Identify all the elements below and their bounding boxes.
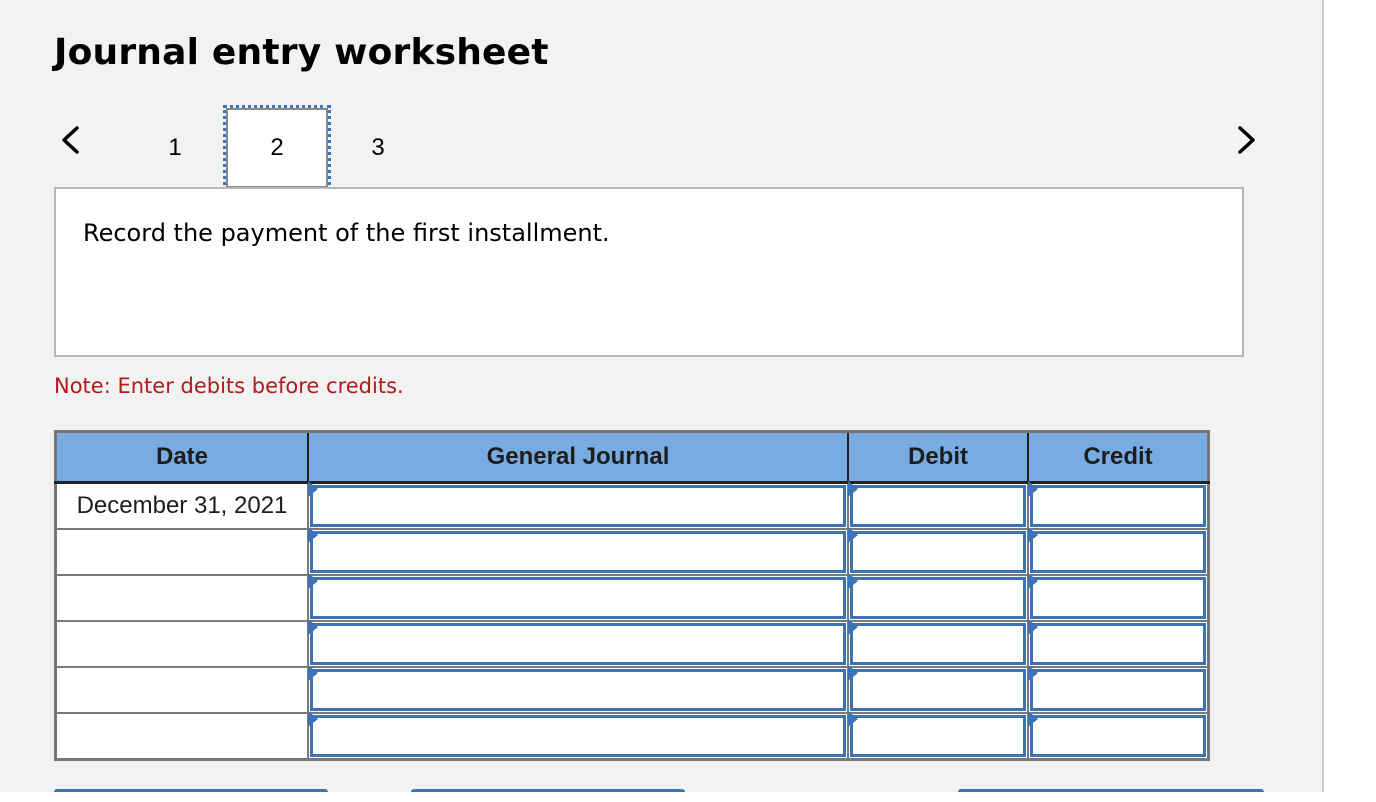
prev-step-button[interactable] — [55, 120, 85, 160]
input-flag-icon — [308, 619, 318, 635]
debit-cell — [847, 619, 1029, 668]
record-entry-button[interactable] — [54, 789, 328, 802]
input-flag-icon — [848, 711, 858, 727]
general-journal-input[interactable] — [310, 531, 846, 573]
credit-cell — [1027, 619, 1210, 668]
debit-input[interactable] — [850, 669, 1026, 711]
date-cell — [54, 574, 309, 622]
date-cell — [54, 712, 309, 761]
input-flag-icon — [1028, 573, 1038, 589]
credit-input[interactable] — [1030, 715, 1206, 757]
table-row — [54, 665, 1210, 714]
input-flag-icon — [848, 619, 858, 635]
credit-input[interactable] — [1030, 531, 1206, 573]
general-journal-input[interactable] — [310, 577, 846, 619]
table-header-row: Date General Journal Debit Credit — [55, 431, 1210, 484]
worksheet-panel: Journal entry worksheet 1 2 3 Record the… — [0, 0, 1324, 802]
clear-entry-button[interactable] — [411, 789, 685, 802]
table-row: December 31, 2021 — [54, 481, 1210, 530]
input-flag-icon — [1028, 711, 1038, 727]
date-cell — [54, 666, 309, 714]
note-text: Note: Enter debits before credits. — [54, 374, 404, 398]
column-header-credit: Credit — [1027, 431, 1210, 484]
debit-cell — [847, 481, 1029, 530]
general-journal-input[interactable] — [310, 623, 846, 665]
credit-cell — [1027, 481, 1210, 530]
credit-cell — [1027, 665, 1210, 714]
general-journal-cell — [307, 619, 849, 668]
date-cell — [54, 528, 309, 576]
column-header-general-journal: General Journal — [307, 431, 849, 484]
input-flag-icon — [848, 573, 858, 589]
next-step-button[interactable] — [1232, 120, 1262, 160]
input-flag-icon — [308, 665, 318, 681]
input-flag-icon — [308, 527, 318, 543]
view-general-journal-button[interactable] — [958, 789, 1264, 802]
date-cell: December 31, 2021 — [54, 481, 309, 530]
input-flag-icon — [848, 527, 858, 543]
credit-input[interactable] — [1030, 577, 1206, 619]
general-journal-input[interactable] — [310, 715, 846, 757]
credit-cell — [1027, 573, 1210, 622]
column-header-debit: Debit — [847, 431, 1029, 484]
general-journal-cell — [307, 527, 849, 576]
input-flag-icon — [1028, 527, 1038, 543]
credit-input[interactable] — [1030, 669, 1206, 711]
input-flag-icon — [308, 573, 318, 589]
debit-input[interactable] — [850, 485, 1026, 527]
debit-cell — [847, 527, 1029, 576]
input-flag-icon — [1028, 481, 1038, 497]
general-journal-cell — [307, 481, 849, 530]
step-tab-3[interactable]: 3 — [328, 108, 428, 188]
debit-cell — [847, 711, 1029, 761]
general-journal-cell — [307, 573, 849, 622]
table-row — [54, 527, 1210, 576]
input-flag-icon — [848, 481, 858, 497]
general-journal-cell — [307, 665, 849, 714]
instruction-text: Record the payment of the first installm… — [83, 219, 610, 247]
input-flag-icon — [1028, 665, 1038, 681]
debit-input[interactable] — [850, 623, 1026, 665]
general-journal-input[interactable] — [310, 485, 846, 527]
page-title: Journal entry worksheet — [54, 32, 549, 73]
chevron-right-icon — [1238, 126, 1255, 154]
input-flag-icon — [308, 711, 318, 727]
input-flag-icon — [848, 665, 858, 681]
debit-cell — [847, 573, 1029, 622]
credit-input[interactable] — [1030, 485, 1206, 527]
date-cell — [54, 620, 309, 668]
credit-cell — [1027, 711, 1210, 761]
input-flag-icon — [308, 481, 318, 497]
journal-table: Date General Journal Debit Credit Decemb… — [54, 430, 1210, 761]
table-row — [54, 619, 1210, 668]
credit-input[interactable] — [1030, 623, 1206, 665]
chevron-left-icon — [62, 126, 79, 154]
step-tab-2[interactable]: 2 — [223, 105, 331, 191]
instruction-box: Record the payment of the first installm… — [54, 187, 1244, 357]
credit-cell — [1027, 527, 1210, 576]
input-flag-icon — [1028, 619, 1038, 635]
table-row — [54, 711, 1210, 761]
general-journal-input[interactable] — [310, 669, 846, 711]
general-journal-cell — [307, 711, 849, 761]
debit-input[interactable] — [850, 531, 1026, 573]
debit-input[interactable] — [850, 715, 1026, 757]
step-tab-1[interactable]: 1 — [125, 108, 225, 188]
debit-input[interactable] — [850, 577, 1026, 619]
column-header-date: Date — [55, 431, 309, 484]
debit-cell — [847, 665, 1029, 714]
table-row — [54, 573, 1210, 622]
